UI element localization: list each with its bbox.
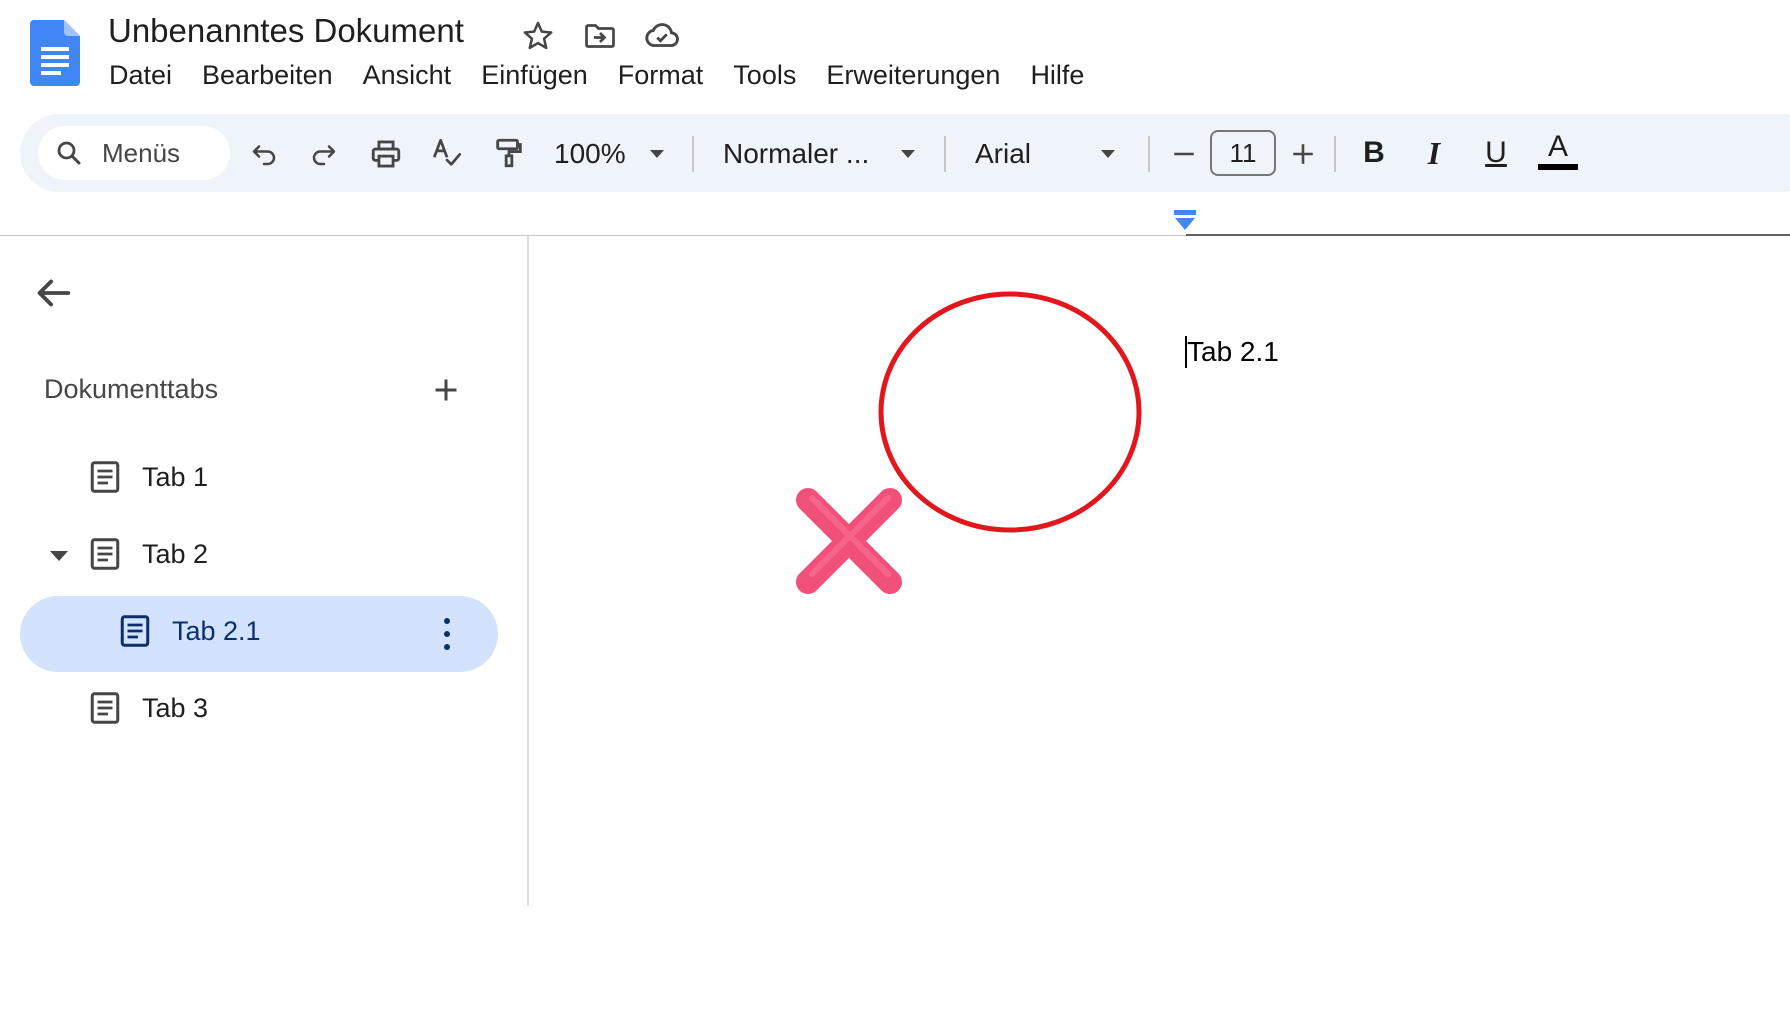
move-to-folder-icon[interactable] [580, 16, 620, 56]
document-icon [120, 614, 150, 648]
add-tab-icon[interactable] [428, 372, 464, 413]
underline-button[interactable]: U [1476, 132, 1516, 174]
tab-label: Tab 3 [142, 692, 209, 723]
redo-icon[interactable] [304, 134, 344, 174]
toolbar-divider [1148, 136, 1150, 172]
menu-bearbeiten[interactable]: Bearbeiten [187, 58, 348, 93]
underline-icon: U [1485, 136, 1507, 169]
tab-label: Tab 2 [142, 538, 209, 569]
chevron-down-icon [899, 148, 917, 160]
spellcheck-icon[interactable] [426, 132, 468, 174]
cloud-saved-icon[interactable] [642, 16, 682, 56]
font-size-input[interactable]: 11 [1210, 130, 1276, 176]
tabs-heading: Dokumenttabs [44, 374, 219, 404]
increase-font-size-icon[interactable] [1283, 134, 1323, 174]
document-tabs-sidebar [0, 236, 528, 906]
toolbar-divider [944, 136, 946, 172]
indent-marker-icon[interactable] [1172, 208, 1198, 239]
text-color-icon: A [1547, 130, 1568, 163]
menu-tools[interactable]: Tools [718, 58, 811, 93]
print-icon[interactable] [366, 134, 406, 174]
docs-logo-icon[interactable] [30, 20, 80, 86]
italic-icon: I [1427, 134, 1441, 171]
document-icon [90, 537, 120, 571]
menu-hilfe[interactable]: Hilfe [1015, 58, 1099, 93]
back-arrow-icon[interactable] [30, 270, 76, 321]
toolbar-divider [1334, 136, 1336, 172]
toolbar: Menüs 100% Normaler ... Arial 11 B I U A [20, 114, 1790, 192]
italic-button[interactable]: I [1414, 132, 1454, 174]
tab-item-2-1[interactable]: Tab 2.1 [120, 614, 261, 648]
zoom-value: 100% [554, 138, 626, 169]
menu-ansicht[interactable]: Ansicht [348, 58, 467, 93]
paragraph-style-select[interactable]: Normaler ... [723, 134, 917, 174]
tab-label: Tab 2.1 [172, 615, 261, 646]
red-circle-annotation [878, 290, 1144, 543]
undo-icon[interactable] [244, 134, 284, 174]
menu-search-input[interactable]: Menüs [38, 126, 230, 180]
tab-item-1[interactable]: Tab 1 [90, 460, 208, 494]
font-select[interactable]: Arial [975, 134, 1117, 174]
paint-format-icon[interactable] [488, 132, 530, 174]
paragraph-style-value: Normaler ... [723, 138, 870, 169]
more-options-icon[interactable] [434, 614, 460, 659]
sidebar-divider [527, 236, 529, 906]
ruler [1186, 234, 1790, 236]
tab-item-2[interactable]: Tab 2 [90, 537, 208, 571]
menu-datei[interactable]: Datei [94, 58, 187, 93]
document-body-text[interactable]: Tab 2.1 [1187, 336, 1279, 368]
menu-format[interactable]: Format [603, 58, 719, 93]
menu-erweiterungen[interactable]: Erweiterungen [811, 58, 1015, 93]
menu-bar: Datei Bearbeiten Ansicht Einfügen Format… [94, 58, 1099, 93]
decrease-font-size-icon[interactable] [1164, 134, 1204, 174]
chevron-down-icon [648, 148, 666, 160]
bold-button[interactable]: B [1354, 132, 1394, 174]
text-color-button[interactable]: A [1538, 128, 1578, 166]
document-icon [90, 691, 120, 725]
chevron-down-icon [1099, 148, 1117, 160]
toolbar-divider [692, 136, 694, 172]
cross-mark-icon [790, 480, 910, 605]
bold-icon: B [1363, 136, 1385, 169]
star-icon[interactable] [518, 16, 558, 56]
document-title[interactable]: Unbenanntes Dokument [108, 12, 464, 50]
menu-einfuegen[interactable]: Einfügen [466, 58, 603, 93]
search-placeholder: Menüs [102, 137, 181, 168]
document-icon [90, 460, 120, 494]
tab-label: Tab 1 [142, 461, 209, 492]
tab-item-3[interactable]: Tab 3 [90, 691, 208, 725]
search-icon [54, 138, 84, 168]
collapse-triangle-icon[interactable] [48, 546, 70, 571]
zoom-select[interactable]: 100% [554, 134, 666, 174]
font-value: Arial [975, 138, 1032, 169]
text-color-swatch [1538, 164, 1578, 170]
